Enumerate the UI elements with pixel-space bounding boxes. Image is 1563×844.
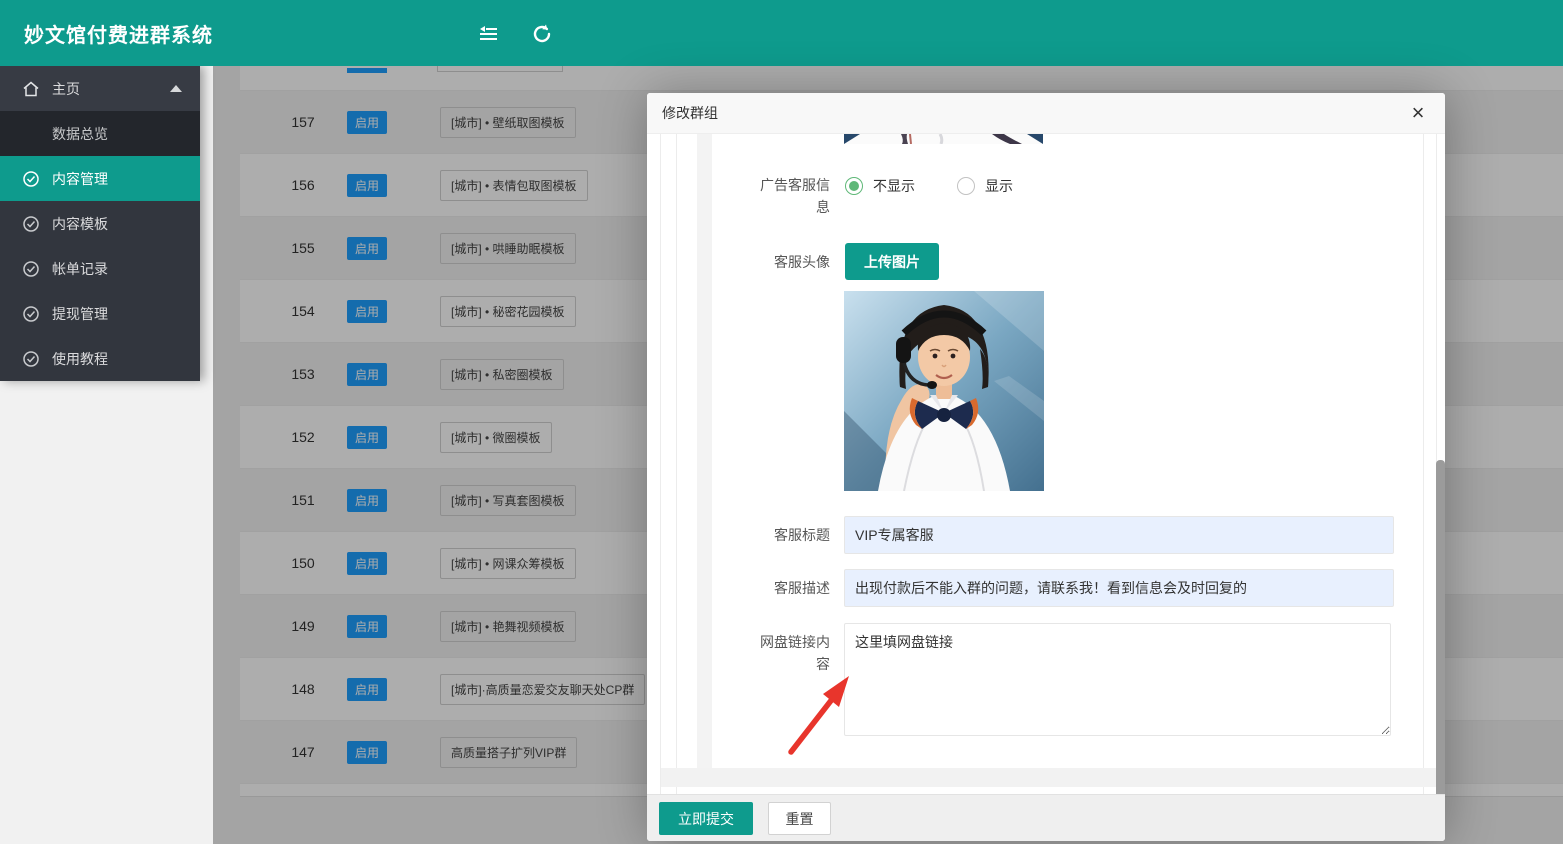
sidebar-item-content-template[interactable]: 内容模板 bbox=[0, 201, 200, 246]
customer-service-avatar bbox=[844, 291, 1044, 491]
app: 妙文馆付费进群系统 主页 数据总览 bbox=[0, 0, 1563, 844]
app-header: 妙文馆付费进群系统 bbox=[0, 0, 1563, 66]
modal-titlebar: 修改群组 bbox=[647, 93, 1445, 134]
close-icon[interactable]: × bbox=[1405, 101, 1431, 127]
refresh-icon[interactable] bbox=[531, 23, 553, 45]
check-circle-icon bbox=[22, 350, 40, 368]
field-label-ad-info: 广告客服信息 bbox=[756, 174, 830, 218]
radio-show[interactable]: 显示 bbox=[957, 176, 1013, 196]
sidebar-item-label: 内容模板 bbox=[52, 214, 108, 234]
collapse-menu-icon[interactable] bbox=[477, 23, 499, 45]
panel-footer-space bbox=[661, 768, 1436, 787]
sidebar-item-tutorial[interactable]: 使用教程 bbox=[0, 336, 200, 381]
radio-selected-icon bbox=[845, 177, 863, 195]
sidebar-item-label: 提现管理 bbox=[52, 304, 108, 324]
avatar-image-clipped bbox=[844, 134, 1043, 144]
edit-group-modal: 修改群组 × 广告客服信息 bbox=[647, 93, 1445, 841]
panel-gutter bbox=[697, 134, 712, 768]
check-circle-icon bbox=[22, 260, 40, 278]
panel-border bbox=[676, 134, 677, 794]
sidebar-item-label: 数据总览 bbox=[52, 124, 108, 144]
modal-scrollbar[interactable] bbox=[1436, 460, 1445, 839]
sidebar-item-billing[interactable]: 帐单记录 bbox=[0, 246, 200, 291]
sidebar: 主页 数据总览 内容管理 内容模板 bbox=[0, 66, 200, 381]
service-desc-input[interactable] bbox=[844, 569, 1394, 607]
panel-border bbox=[1423, 134, 1424, 794]
collapse-arrow-icon bbox=[170, 85, 182, 92]
panel-border bbox=[660, 134, 661, 794]
sidebar-item-label: 使用教程 bbox=[52, 349, 108, 369]
home-icon bbox=[22, 80, 40, 98]
netdisk-link-textarea[interactable]: 这里填网盘链接 bbox=[844, 623, 1391, 736]
field-label-service-desc: 客服描述 bbox=[756, 577, 830, 599]
submit-button[interactable]: 立即提交 bbox=[659, 802, 753, 835]
field-label-netdisk: 网盘链接内容 bbox=[756, 631, 830, 675]
sidebar-item-label: 内容管理 bbox=[52, 169, 108, 189]
radio-label: 不显示 bbox=[873, 176, 915, 196]
sidebar-item-home[interactable]: 主页 bbox=[0, 66, 200, 111]
radio-label: 显示 bbox=[985, 176, 1013, 196]
sidebar-item-content-manage[interactable]: 内容管理 bbox=[0, 156, 200, 201]
field-label-service-title: 客服标题 bbox=[756, 524, 830, 546]
check-circle-icon bbox=[22, 170, 40, 188]
check-circle-icon bbox=[22, 305, 40, 323]
modal-body: 广告客服信息 不显示 显示 客服头像 上传图片 bbox=[647, 134, 1445, 794]
field-label-avatar: 客服头像 bbox=[756, 251, 830, 273]
modal-title: 修改群组 bbox=[662, 103, 718, 123]
sidebar-item-overview[interactable]: 数据总览 bbox=[0, 111, 200, 156]
radio-hide[interactable]: 不显示 bbox=[845, 176, 915, 196]
app-title: 妙文馆付费进群系统 bbox=[24, 19, 213, 48]
check-circle-icon bbox=[22, 215, 40, 233]
sidebar-item-label: 主页 bbox=[52, 79, 80, 99]
upload-image-button[interactable]: 上传图片 bbox=[845, 243, 939, 280]
radio-unselected-icon bbox=[957, 177, 975, 195]
ad-info-radio-group: 不显示 显示 bbox=[845, 176, 1055, 196]
reset-button[interactable]: 重置 bbox=[768, 802, 831, 835]
service-title-input[interactable] bbox=[844, 516, 1394, 554]
sidebar-item-label: 帐单记录 bbox=[52, 259, 108, 279]
sidebar-item-withdraw[interactable]: 提现管理 bbox=[0, 291, 200, 336]
modal-footer: 立即提交 重置 bbox=[647, 794, 1445, 841]
